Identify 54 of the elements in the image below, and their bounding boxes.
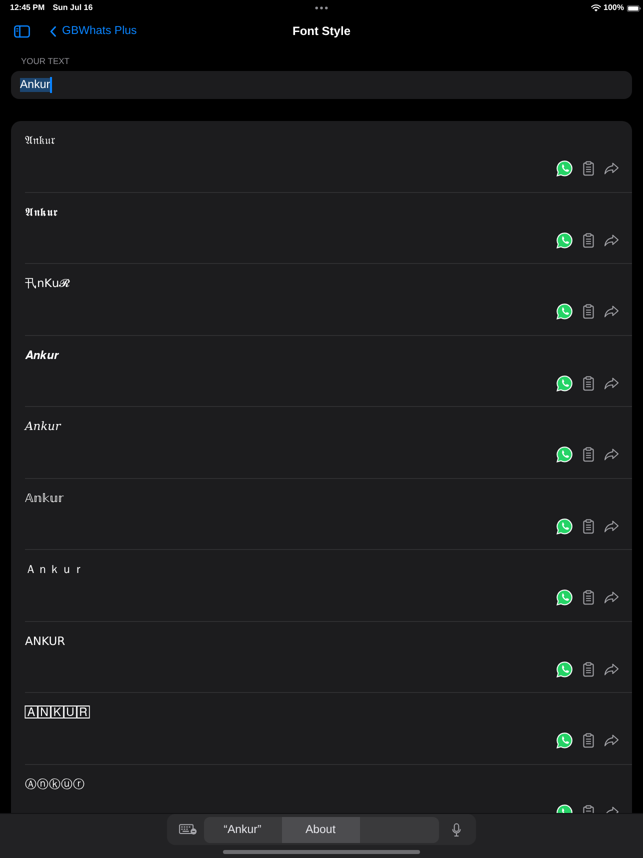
battery-percent: 100% xyxy=(604,3,624,13)
phone-bubble-icon[interactable] xyxy=(556,732,573,749)
phone-bubble-icon[interactable] xyxy=(556,303,573,320)
share-icon[interactable] xyxy=(604,376,619,390)
share-icon[interactable] xyxy=(604,234,619,246)
share-icon[interactable] xyxy=(604,662,619,676)
text-field[interactable]: Ankur xyxy=(11,71,632,99)
share-icon[interactable] xyxy=(604,448,619,461)
phone-bubble-icon[interactable] xyxy=(556,660,573,678)
styled-text: Ａｎｋｕｒ xyxy=(25,561,85,577)
back-link[interactable]: GBWhats Plus xyxy=(50,25,137,37)
sidebar-icon[interactable] xyxy=(14,24,30,38)
clipboard-icon[interactable] xyxy=(583,376,594,390)
status-time: 12:45 PM xyxy=(10,3,45,13)
share-icon[interactable] xyxy=(604,520,619,532)
wifi-icon xyxy=(590,4,601,12)
chevron-left-icon xyxy=(50,26,56,36)
clipboard-icon[interactable] xyxy=(583,733,594,748)
clipboard-icon[interactable] xyxy=(583,518,594,534)
suggestion-item[interactable]: About xyxy=(282,816,360,842)
styled-text: 🄰🄽🄺🅄🅁 xyxy=(25,704,90,720)
phone-bubble-icon[interactable] xyxy=(556,446,573,463)
styled-text: 𝔸𝕟𝕜𝕦𝕣 xyxy=(25,490,64,506)
status-date: Sun Jul 16 xyxy=(52,3,93,13)
field-label: YOUR TEXT xyxy=(20,56,70,67)
microphone-icon[interactable] xyxy=(452,822,460,836)
share-icon[interactable] xyxy=(604,162,619,175)
multitasking-dots-icon[interactable] xyxy=(315,6,328,10)
battery-icon xyxy=(627,4,641,12)
clipboard-icon[interactable] xyxy=(583,232,594,248)
clipboard-icon[interactable] xyxy=(583,662,594,676)
styled-text: 𝕬𝖓𝖐𝖚𝖗 xyxy=(25,204,58,220)
phone-bubble-icon[interactable] xyxy=(556,518,573,534)
phone-bubble-icon[interactable] xyxy=(556,232,573,248)
suggestion-item[interactable]: “Ankur” xyxy=(204,816,282,842)
phone-bubble-icon[interactable] xyxy=(556,374,573,392)
styled-text: 卂n𝖪u𝓡 xyxy=(25,275,70,291)
styled-text: Ⓐⓝⓚⓤⓡ xyxy=(25,776,85,792)
page-title: Font Style xyxy=(292,24,350,38)
styled-text: ANKUR xyxy=(25,632,66,648)
clipboard-icon[interactable] xyxy=(583,447,594,462)
styled-text: 𝔄𝔫𝔨𝔲𝔯 xyxy=(25,132,55,148)
clipboard-icon[interactable] xyxy=(583,304,594,319)
share-icon[interactable] xyxy=(604,591,619,604)
styled-text: 𝑨𝒏𝒌𝒖𝒓 xyxy=(25,346,59,362)
keyboard-icon[interactable] xyxy=(178,824,196,835)
text-cursor xyxy=(50,77,52,93)
clipboard-icon[interactable] xyxy=(583,161,594,176)
styled-text: 𝐴𝑛𝑘𝑢𝑟 xyxy=(25,418,61,434)
phone-bubble-icon[interactable] xyxy=(556,589,573,606)
share-icon[interactable] xyxy=(604,734,619,747)
phone-bubble-icon[interactable] xyxy=(556,160,573,177)
share-icon[interactable] xyxy=(604,305,619,318)
clipboard-icon[interactable] xyxy=(583,590,594,605)
